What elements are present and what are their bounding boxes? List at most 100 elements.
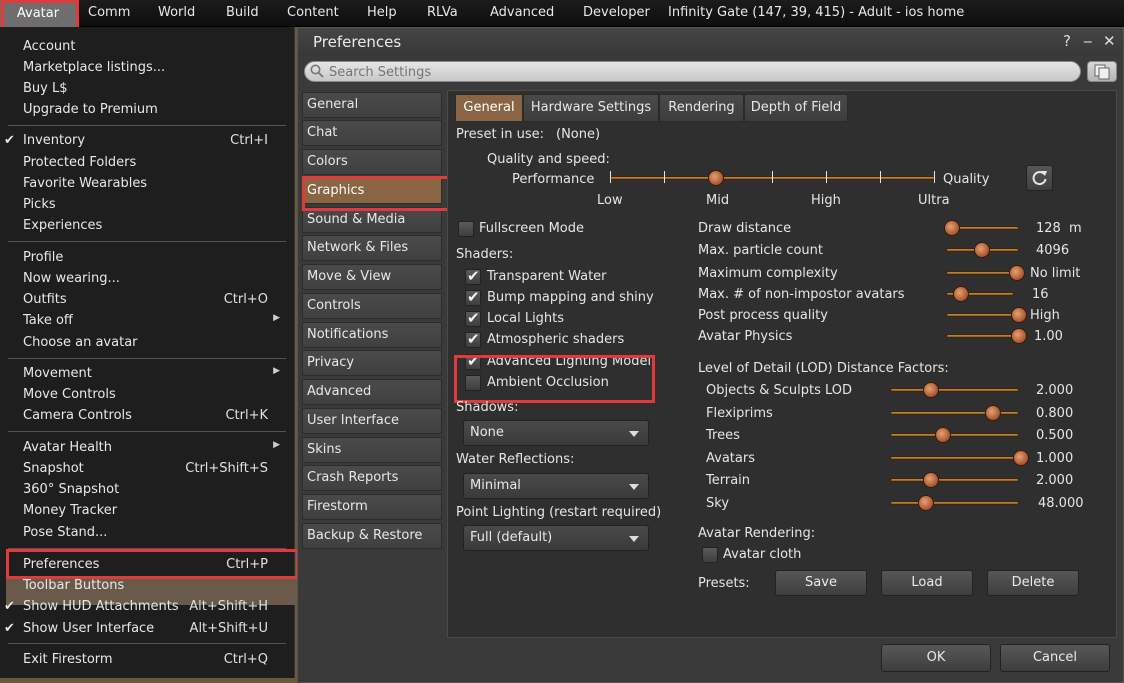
category-skins[interactable]: Skins [302, 437, 442, 463]
avatar-physics-slider[interactable] [946, 334, 1019, 338]
search-options-button[interactable] [1087, 61, 1117, 82]
fullscreen-checkbox[interactable] [458, 221, 474, 237]
help-icon[interactable]: ? [1063, 32, 1071, 50]
water-reflections-dropdown[interactable]: Minimal [463, 473, 649, 499]
category-colors[interactable]: Colors [302, 149, 442, 175]
menu-item-preferences[interactable]: Preferences Ctrl+P [23, 557, 278, 577]
menu-content[interactable]: Content [287, 5, 339, 20]
quality-slider-knob[interactable] [708, 170, 724, 186]
category-privacy[interactable]: Privacy [302, 350, 442, 376]
category-user-interface[interactable]: User Interface [302, 408, 442, 434]
menu-rlva[interactable]: RLVa [427, 5, 458, 20]
menu-comm[interactable]: Comm [88, 5, 130, 20]
lod-flexiprims-knob[interactable] [985, 405, 1001, 421]
category-sound-media[interactable]: Sound & Media [302, 207, 442, 233]
category-graphics[interactable]: Graphics [302, 178, 442, 204]
advanced-lighting-checkbox[interactable] [465, 352, 481, 370]
minimize-icon[interactable]: ‒ [1083, 32, 1093, 50]
menu-developer[interactable]: Developer [583, 5, 650, 20]
lod-avatars-knob[interactable] [1013, 450, 1029, 466]
menu-item-experiences[interactable]: Experiences [23, 218, 278, 238]
lod-avatars-slider[interactable] [890, 456, 1019, 460]
lod-terrain-slider[interactable] [890, 478, 1019, 482]
menu-item-toolbar-buttons[interactable]: Toolbar Buttons [23, 578, 278, 598]
ok-button[interactable]: OK [881, 644, 991, 672]
save-preset-button[interactable]: Save [775, 570, 867, 596]
menu-build[interactable]: Build [226, 5, 259, 20]
menu-item-buy-currency[interactable]: Buy L$ [23, 81, 278, 101]
category-backup-restore[interactable]: Backup & Restore [302, 523, 442, 549]
category-notifications[interactable]: Notifications [302, 322, 442, 348]
menu-item-show-ui[interactable]: ✔ Show User Interface Alt+Shift+U [4, 621, 278, 641]
menu-item-snapshot[interactable]: Snapshot Ctrl+Shift+S [23, 461, 278, 481]
menu-item-choose-avatar[interactable]: Choose an avatar [23, 335, 278, 355]
lod-trees-slider[interactable] [890, 433, 1019, 437]
menu-world[interactable]: World [158, 5, 195, 20]
menu-help[interactable]: Help [367, 5, 397, 20]
tab-rendering[interactable]: Rendering [659, 94, 744, 122]
avatar-physics-knob[interactable] [1011, 328, 1027, 344]
lod-sky-knob[interactable] [918, 495, 934, 511]
menu-item-move-controls[interactable]: Move Controls [23, 387, 278, 407]
menu-item-account[interactable]: Account [23, 39, 278, 59]
tab-general[interactable]: General [455, 94, 523, 122]
delete-preset-button[interactable]: Delete [987, 570, 1079, 596]
menu-item-360-snapshot[interactable]: 360° Snapshot [23, 482, 278, 502]
menu-item-pose-stand[interactable]: Pose Stand... [23, 525, 278, 545]
avatar-cloth-checkbox[interactable] [702, 547, 718, 563]
point-lighting-dropdown[interactable]: Full (default) [463, 525, 649, 551]
menu-item-protected-folders[interactable]: Protected Folders [23, 155, 278, 175]
menu-item-upgrade[interactable]: Upgrade to Premium [23, 102, 278, 122]
draw-distance-knob[interactable] [944, 220, 960, 236]
atmospheric-shaders-checkbox[interactable] [465, 330, 481, 348]
particle-count-knob[interactable] [974, 242, 990, 258]
menu-item-movement[interactable]: Movement ▶ [23, 366, 280, 386]
local-lights-checkbox[interactable] [465, 309, 481, 327]
menu-item-now-wearing[interactable]: Now wearing... [23, 271, 278, 291]
non-impostor-knob[interactable] [953, 286, 969, 302]
bump-mapping-checkbox[interactable] [465, 288, 481, 306]
menu-item-picks[interactable]: Picks [23, 197, 278, 217]
load-preset-button[interactable]: Load [881, 570, 973, 596]
category-general[interactable]: General [302, 92, 442, 118]
menu-item-camera-controls[interactable]: Camera Controls Ctrl+K [23, 408, 278, 428]
tab-hardware-settings[interactable]: Hardware Settings [523, 94, 659, 122]
lod-objects-knob[interactable] [923, 382, 939, 398]
category-firestorm[interactable]: Firestorm [302, 494, 442, 520]
lod-terrain-knob[interactable] [923, 472, 939, 488]
menu-advanced[interactable]: Advanced [490, 5, 554, 20]
post-process-knob[interactable] [1011, 307, 1027, 323]
category-move-view[interactable]: Move & View [302, 264, 442, 290]
menu-item-take-off[interactable]: Take off ▶ [23, 313, 280, 333]
transparent-water-checkbox[interactable] [465, 267, 481, 285]
shadows-dropdown[interactable]: None [463, 420, 649, 446]
category-controls[interactable]: Controls [302, 293, 442, 319]
tab-depth-of-field[interactable]: Depth of Field [744, 94, 848, 122]
post-process-slider[interactable] [946, 313, 1019, 317]
category-advanced[interactable]: Advanced [302, 379, 442, 405]
menu-item-profile[interactable]: Profile [23, 250, 278, 270]
ambient-occlusion-checkbox[interactable] [465, 375, 481, 391]
close-icon[interactable]: ✕ [1103, 32, 1116, 50]
category-network-files[interactable]: Network & Files [302, 235, 442, 261]
menu-item-outfits[interactable]: Outfits Ctrl+O [23, 292, 278, 312]
lod-sky-slider[interactable] [890, 501, 1019, 505]
menu-item-avatar-health[interactable]: Avatar Health ▶ [23, 440, 280, 460]
menu-item-inventory[interactable]: ✔ Inventory Ctrl+I [4, 133, 278, 153]
menu-item-favorite-wearables[interactable]: Favorite Wearables [23, 176, 278, 196]
lod-trees-knob[interactable] [935, 427, 951, 443]
menu-item-marketplace[interactable]: Marketplace listings... [23, 60, 278, 80]
menu-item-show-hud[interactable]: ✔ Show HUD Attachments Alt+Shift+H [4, 599, 278, 619]
lod-objects-slider[interactable] [890, 388, 1019, 392]
max-complexity-knob[interactable] [1009, 265, 1025, 281]
cancel-button[interactable]: Cancel [1000, 644, 1110, 672]
menu-avatar[interactable]: Avatar [0, 0, 76, 27]
reset-button[interactable] [1026, 165, 1053, 191]
titlebar[interactable]: Preferences ? ‒ ✕ [298, 28, 1123, 56]
search-input[interactable] [327, 63, 1067, 81]
menu-item-money-tracker[interactable]: Money Tracker [23, 503, 278, 523]
category-crash-reports[interactable]: Crash Reports [302, 465, 442, 491]
search-field[interactable] [304, 61, 1081, 82]
menu-item-exit[interactable]: Exit Firestorm Ctrl+Q [23, 652, 278, 672]
category-chat[interactable]: Chat [302, 120, 442, 146]
